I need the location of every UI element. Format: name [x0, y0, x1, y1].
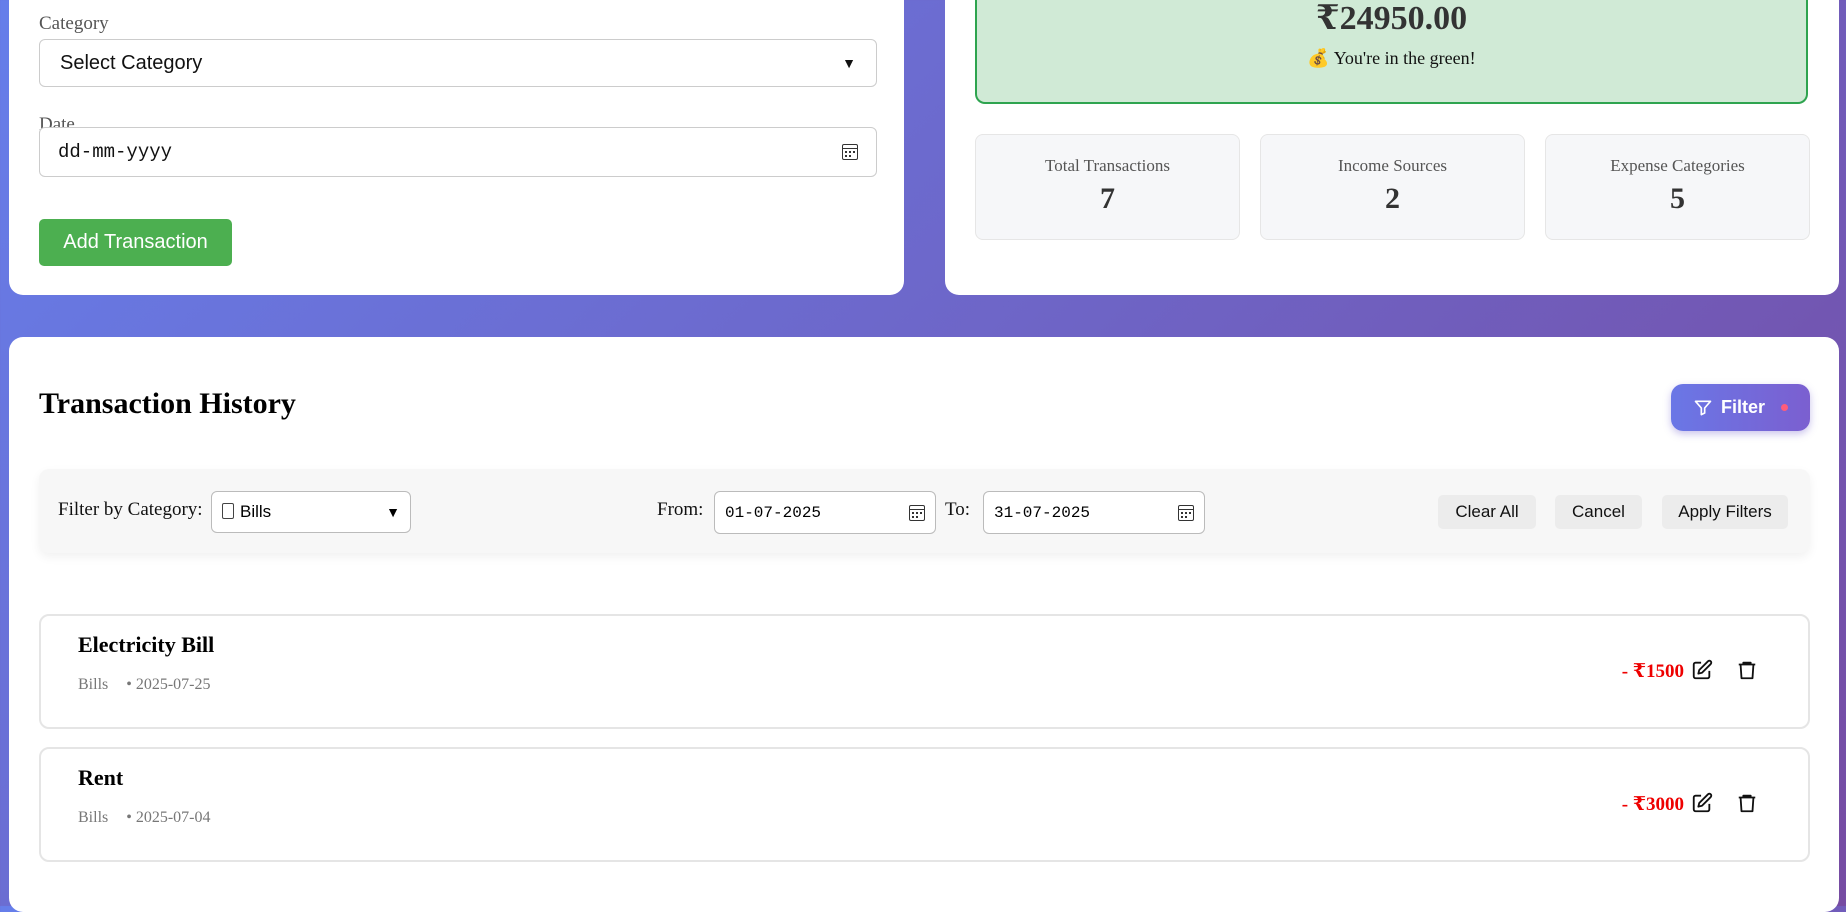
date-field-placeholder: dd-mm-yyyy	[58, 141, 173, 163]
from-date-field[interactable]: 01-07-2025	[714, 491, 936, 534]
transaction-date: • 2025-07-04	[126, 809, 211, 826]
stat-total-transactions: Total Transactions 7	[975, 134, 1240, 240]
filter-category-select[interactable]: Bills ▼	[211, 491, 411, 533]
transaction-category: Bills	[78, 676, 109, 693]
transaction-category: Bills	[78, 809, 109, 826]
balance-message: 💰 You're in the green!	[1307, 48, 1476, 68]
filter-button[interactable]: Filter	[1671, 384, 1810, 431]
calendar-icon[interactable]	[1178, 504, 1194, 521]
to-label: To:	[945, 499, 971, 520]
transaction-amount: - ₹1500	[1621, 661, 1684, 682]
cancel-button[interactable]: Cancel	[1555, 495, 1642, 529]
transaction-name: Rent	[78, 765, 124, 790]
stat-value: 2	[1385, 182, 1400, 215]
trash-icon[interactable]	[1736, 792, 1758, 814]
chevron-down-icon: ▼	[842, 55, 856, 71]
filter-panel: Filter by Category: Bills ▼ From: 01-07-…	[39, 469, 1810, 553]
transaction-name: Electricity Bill	[78, 632, 215, 657]
transaction-meta: Bills • 2025-07-25	[78, 676, 211, 694]
edit-icon[interactable]	[1691, 792, 1713, 814]
filter-category-value: Bills	[222, 502, 271, 522]
transaction-meta: Bills • 2025-07-04	[78, 809, 211, 827]
stat-label: Income Sources	[1337, 156, 1448, 175]
stat-value: 5	[1670, 182, 1685, 215]
active-filter-dot	[1781, 404, 1788, 411]
funnel-icon	[1694, 400, 1712, 415]
add-transaction-card: Category Select Category ▼ Date dd-mm-yy…	[9, 0, 904, 295]
from-label: From:	[657, 499, 704, 520]
transaction-date: • 2025-07-25	[126, 676, 211, 693]
to-date-field[interactable]: 31-07-2025	[983, 491, 1205, 534]
to-date-value: 31-07-2025	[994, 503, 1091, 522]
balance-amount: ₹24950.00	[1315, 0, 1468, 37]
filter-category-label: Filter by Category:	[58, 499, 203, 520]
edit-icon[interactable]	[1691, 659, 1713, 681]
transaction-item: Electricity Bill Bills • 2025-07-25 - ₹15…	[39, 614, 1810, 729]
clear-all-button[interactable]: Clear All	[1438, 495, 1536, 529]
stat-expense-categories: Expense Categories 5	[1545, 134, 1810, 240]
calendar-icon[interactable]	[909, 504, 925, 521]
category-select-value: Select Category	[60, 51, 203, 74]
summary-card: ₹24950.00 💰 You're in the green! Total T…	[945, 0, 1839, 295]
stat-label: Total Transactions	[1045, 156, 1170, 175]
transaction-history-card: Transaction History Filter Filter by Cat…	[9, 337, 1839, 912]
balance-box: ₹24950.00 💰 You're in the green!	[975, 0, 1808, 104]
transaction-item: Rent Bills • 2025-07-04 - ₹3000	[39, 747, 1810, 862]
date-field[interactable]: dd-mm-yyyy	[39, 127, 877, 177]
category-label: Category	[39, 13, 109, 34]
stat-income-sources: Income Sources 2	[1260, 134, 1525, 240]
document-icon	[222, 503, 234, 519]
category-select[interactable]: Select Category ▼	[39, 39, 877, 87]
money-bag-icon: 💰	[1307, 48, 1330, 68]
transaction-amount: - ₹3000	[1621, 794, 1684, 815]
chevron-down-icon: ▼	[386, 504, 400, 520]
stat-label: Expense Categories	[1610, 156, 1745, 175]
page-title: Transaction History	[39, 387, 296, 420]
trash-icon[interactable]	[1736, 659, 1758, 681]
apply-filters-button[interactable]: Apply Filters	[1662, 495, 1788, 529]
calendar-icon[interactable]	[842, 144, 858, 160]
from-date-value: 01-07-2025	[725, 503, 822, 522]
filter-button-label: Filter	[1721, 397, 1766, 417]
add-transaction-button[interactable]: Add Transaction	[39, 219, 232, 266]
stat-value: 7	[1100, 182, 1115, 215]
